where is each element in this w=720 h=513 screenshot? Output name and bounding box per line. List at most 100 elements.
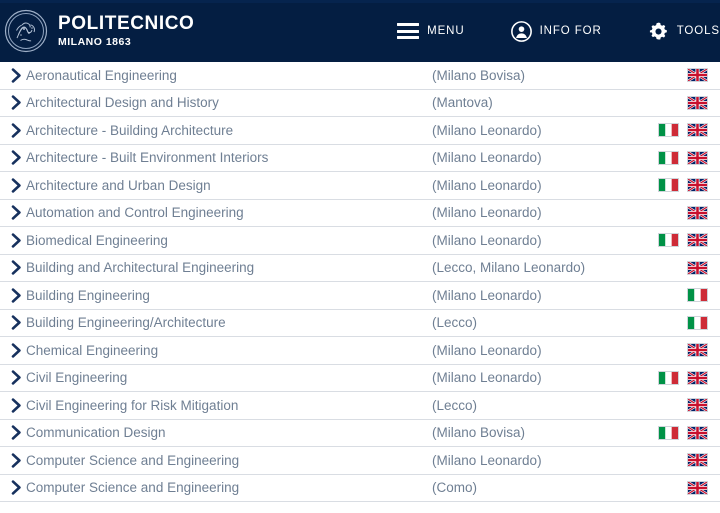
chevron-right-icon (6, 343, 26, 358)
language-flags (636, 288, 708, 303)
chevron-right-icon (6, 233, 26, 248)
chevron-right-icon (6, 398, 26, 413)
italian-flag-icon (658, 178, 679, 193)
course-name: Civil Engineering for Risk Mitigation (26, 397, 239, 413)
course-list: Aeronautical Engineering (Milano Bovisa) A… (0, 62, 720, 502)
language-flags (636, 150, 708, 165)
english-flag-icon (687, 343, 708, 358)
language-flags (636, 233, 708, 248)
course-campus: (Milano Leonardo) (432, 177, 542, 193)
course-name: Architecture and Urban Design (26, 177, 211, 193)
course-name: Computer Science and Engineering (26, 480, 240, 496)
english-flag-icon (687, 95, 708, 110)
chevron-right-icon (6, 150, 26, 165)
course-row[interactable]: Aeronautical Engineering (Milano Bovisa) (0, 62, 720, 90)
english-flag-icon (687, 205, 708, 220)
course-name: Building Engineering/Architecture (26, 315, 226, 331)
course-name: Architecture - Built Environment Interio… (26, 150, 269, 166)
course-row[interactable]: Architectural Design and History (Mantova… (0, 89, 720, 117)
chevron-right-icon (6, 260, 26, 275)
italian-flag-icon (658, 425, 679, 440)
english-flag-icon (687, 68, 708, 83)
course-name: Civil Engineering (26, 370, 128, 386)
gear-icon (648, 21, 669, 42)
nav-item-info-for-label: INFO FOR (539, 25, 602, 37)
language-flags (636, 260, 708, 275)
brand-name: POLITECNICO (58, 13, 195, 35)
site-header: POLITECNICO MILANO 1863 MENU INFO FOR TO… (0, 0, 720, 62)
italian-flag-icon (658, 150, 679, 165)
chevron-right-icon (6, 480, 26, 495)
nav-item-tools[interactable]: TOOLS (648, 0, 720, 62)
brand-logo[interactable]: POLITECNICO MILANO 1863 (0, 9, 194, 53)
course-campus: (Milano Leonardo) (432, 342, 542, 358)
chevron-right-icon (6, 315, 26, 330)
course-campus: (Milano Leonardo) (432, 287, 542, 303)
course-campus: (Milano Leonardo) (432, 122, 542, 138)
chevron-right-icon (6, 95, 26, 110)
header-nav: MENU INFO FOR TOOLS (397, 0, 720, 62)
polimi-seal-icon (4, 9, 48, 53)
nav-item-menu-label: MENU (427, 25, 465, 37)
course-campus: (Milano Leonardo) (432, 452, 542, 468)
course-name: Automation and Control Engineering (26, 205, 244, 221)
chevron-right-icon (6, 425, 26, 440)
course-row[interactable]: Computer Science and Engineering (Como) (0, 474, 720, 502)
english-flag-icon (687, 480, 708, 495)
course-name: Architecture - Building Architecture (26, 122, 234, 138)
course-row[interactable]: Building Engineering/Architecture (Lecco) (0, 309, 720, 337)
course-row[interactable]: Automation and Control Engineering (Milan… (0, 199, 720, 227)
course-campus: (Milano Leonardo) (432, 150, 542, 166)
course-row[interactable]: Architecture - Building Architecture (Mil… (0, 117, 720, 145)
course-campus: (Lecco, Milano Leonardo) (432, 260, 586, 276)
language-flags (636, 205, 708, 220)
english-flag-icon (687, 425, 708, 440)
italian-flag-icon (687, 288, 708, 303)
course-campus: (Milano Leonardo) (432, 370, 542, 386)
chevron-right-icon (6, 205, 26, 220)
chevron-right-icon (6, 178, 26, 193)
language-flags (636, 398, 708, 413)
course-campus: (Lecco) (432, 397, 478, 413)
course-row[interactable]: Civil Engineering (Milano Leonardo) (0, 364, 720, 392)
language-flags (636, 315, 708, 330)
course-name: Communication Design (26, 425, 166, 441)
course-row[interactable]: Building and Architectural Engineering (L… (0, 254, 720, 282)
course-campus: (Milano Leonardo) (432, 205, 542, 221)
chevron-right-icon (6, 288, 26, 303)
course-name: Architectural Design and History (26, 95, 219, 111)
course-campus: (Como) (432, 480, 478, 496)
chevron-right-icon (6, 453, 26, 468)
language-flags (636, 95, 708, 110)
course-row[interactable]: Computer Science and Engineering (Milano … (0, 447, 720, 475)
course-row[interactable]: Chemical Engineering (Milano Leonardo) (0, 337, 720, 365)
course-campus: (Mantova) (432, 95, 493, 111)
chevron-right-icon (6, 68, 26, 83)
english-flag-icon (687, 398, 708, 413)
chevron-right-icon (6, 370, 26, 385)
person-icon (510, 20, 532, 42)
italian-flag-icon (658, 233, 679, 248)
course-campus: (Milano Leonardo) (432, 232, 542, 248)
course-row[interactable]: Biomedical Engineering (Milano Leonardo) (0, 227, 720, 255)
course-row[interactable]: Architecture - Built Environment Interio… (0, 144, 720, 172)
nav-item-info-for[interactable]: INFO FOR (510, 0, 602, 62)
nav-item-menu[interactable]: MENU (397, 0, 464, 62)
language-flags (636, 370, 708, 385)
course-row[interactable]: Civil Engineering for Risk Mitigation (Le… (0, 392, 720, 420)
course-name: Aeronautical Engineering (26, 67, 177, 83)
language-flags (636, 425, 708, 440)
hamburger-menu-icon (397, 23, 420, 39)
english-flag-icon (687, 260, 708, 275)
language-flags (636, 453, 708, 468)
course-name: Biomedical Engineering (26, 232, 168, 248)
italian-flag-icon (658, 123, 679, 138)
course-row[interactable]: Architecture and Urban Design (Milano Leo… (0, 172, 720, 200)
course-name: Building and Architectural Engineering (26, 260, 255, 276)
course-campus: (Milano Bovisa) (432, 67, 526, 83)
english-flag-icon (687, 150, 708, 165)
course-row[interactable]: Communication Design (Milano Bovisa) (0, 419, 720, 447)
language-flags (636, 343, 708, 358)
course-row[interactable]: Building Engineering (Milano Leonardo) (0, 282, 720, 310)
course-name: Chemical Engineering (26, 342, 159, 358)
